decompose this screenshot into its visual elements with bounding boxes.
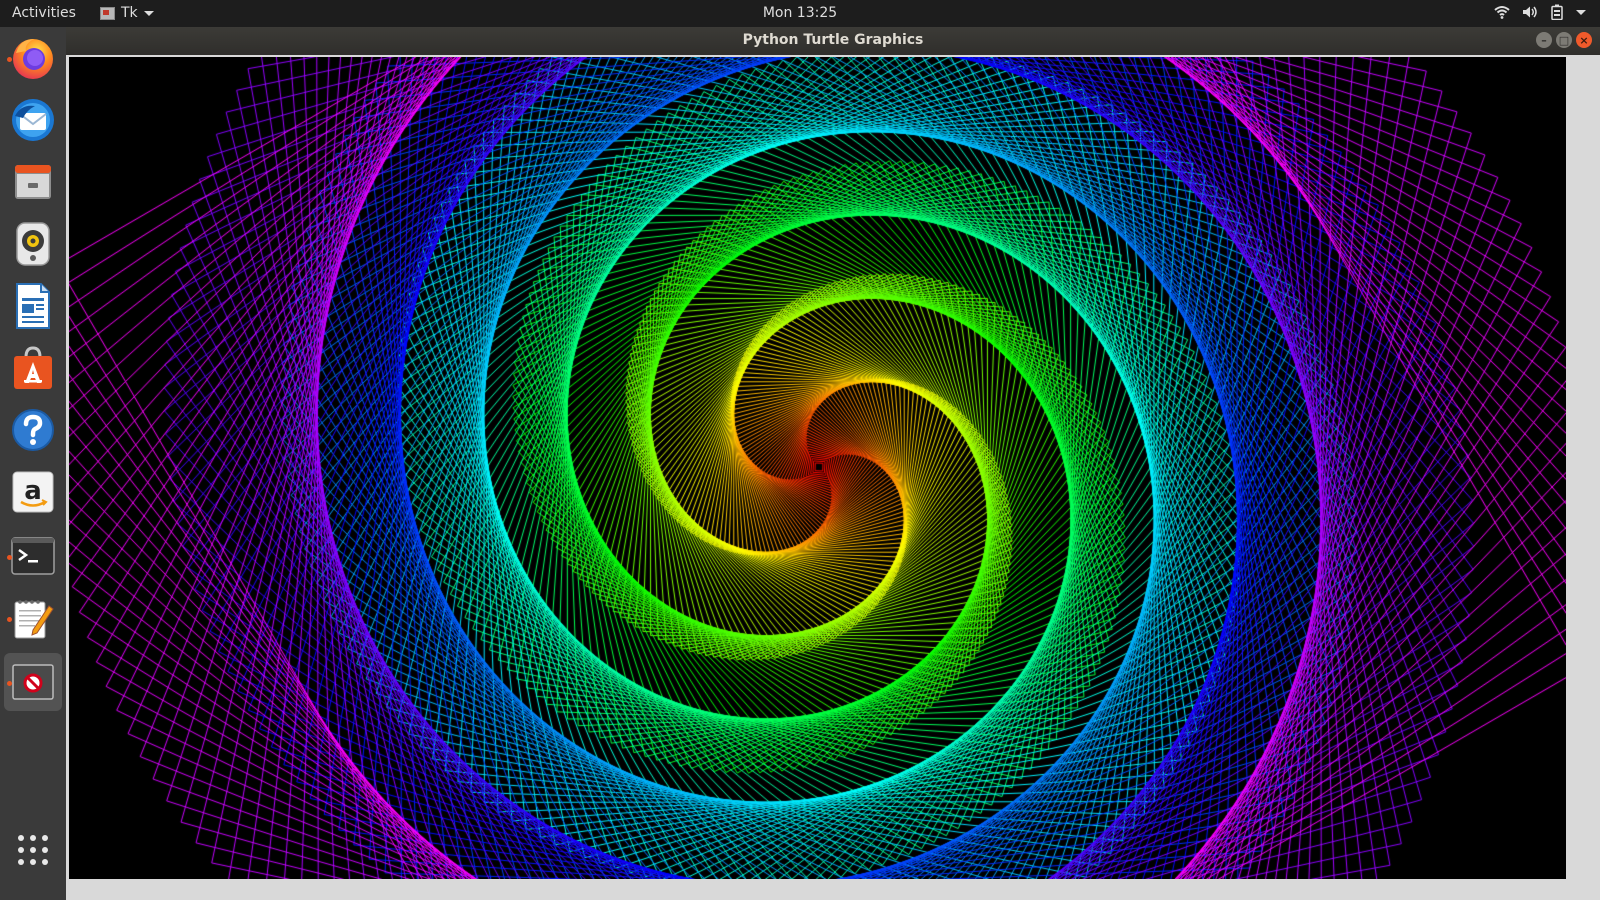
- show-applications-button[interactable]: [4, 821, 62, 879]
- wifi-icon: [1494, 6, 1510, 19]
- document-icon: [16, 283, 50, 329]
- terminal-icon: [11, 537, 55, 575]
- window-titlebar[interactable]: Python Turtle Graphics – □ ×: [66, 27, 1600, 55]
- turtle-window: Python Turtle Graphics – □ ×: [66, 27, 1600, 900]
- help-icon: [12, 409, 54, 451]
- blocked-window-icon: [12, 664, 54, 700]
- running-indicator: [7, 57, 12, 62]
- tk-app-icon: [100, 6, 115, 20]
- running-indicator: [7, 681, 12, 686]
- caret-down-icon: [143, 10, 154, 16]
- activities-button[interactable]: Activities: [12, 5, 76, 21]
- close-button[interactable]: ×: [1576, 32, 1592, 48]
- mail-icon: [12, 99, 54, 141]
- canvas-frame: [66, 55, 1600, 900]
- dock-item-thunderbird[interactable]: [4, 91, 62, 149]
- system-tray[interactable]: [1494, 4, 1586, 20]
- volume-icon: [1523, 6, 1537, 18]
- top-bar: Activities Tk Mon 13:25: [0, 0, 1600, 27]
- clock-label[interactable]: Mon 13:25: [763, 5, 837, 21]
- minimize-icon: –: [1541, 33, 1547, 47]
- speaker-icon: [16, 222, 50, 266]
- minimize-button[interactable]: –: [1536, 32, 1552, 48]
- close-icon: ×: [1579, 33, 1589, 47]
- dock-item-files[interactable]: [4, 153, 62, 211]
- files-icon: [15, 165, 51, 199]
- dock-item-text-editor[interactable]: [4, 589, 62, 647]
- clock: Mon 13:25: [0, 5, 1600, 21]
- window-title: Python Turtle Graphics: [742, 32, 924, 48]
- app-grid-icon: [18, 835, 48, 865]
- window-controls: – □ ×: [1536, 32, 1592, 48]
- dock-item-amazon[interactable]: a: [4, 463, 62, 521]
- maximize-icon: □: [1558, 33, 1570, 47]
- maximize-button[interactable]: □: [1556, 32, 1572, 48]
- firefox-icon: [13, 39, 53, 79]
- chevron-down-icon: [1576, 9, 1586, 15]
- running-indicator: [7, 555, 12, 560]
- dock: a: [0, 27, 66, 900]
- dock-item-help[interactable]: [4, 401, 62, 459]
- notepad-icon: [14, 600, 54, 639]
- battery-icon: [1551, 4, 1563, 20]
- running-indicator: [7, 617, 12, 622]
- svg-text:a: a: [24, 476, 42, 506]
- shopping-bag-icon: [14, 346, 52, 389]
- app-menu-label: Tk: [121, 5, 138, 21]
- dock-item-firefox[interactable]: [4, 29, 62, 87]
- dock-item-rhythmbox[interactable]: [4, 215, 62, 273]
- turtle-canvas[interactable]: [69, 57, 1566, 879]
- dock-item-software[interactable]: [4, 339, 62, 397]
- amazon-icon: a: [12, 471, 54, 513]
- dock-item-terminal[interactable]: [4, 527, 62, 585]
- dock-item-tk-app[interactable]: [4, 653, 62, 711]
- app-menu[interactable]: Tk: [100, 5, 154, 21]
- dock-item-writer[interactable]: [4, 277, 62, 335]
